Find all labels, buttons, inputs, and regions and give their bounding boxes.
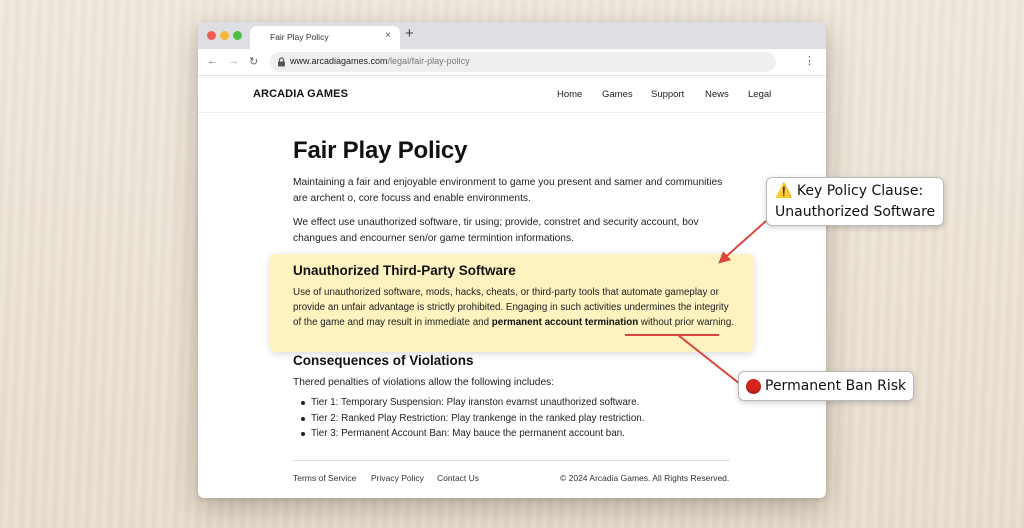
- nav-home[interactable]: Home: [557, 89, 582, 100]
- browser-toolbar: ← → ↻ www.arcadiagames.com/legal/fair-pl…: [198, 49, 826, 76]
- forward-icon[interactable]: →: [228, 55, 239, 67]
- footer-copyright: © 2024 Arcadia Games. All Rights Reserve…: [560, 473, 730, 483]
- page-title: Fair Play Policy: [293, 137, 468, 164]
- maximize-window-button[interactable]: [233, 31, 242, 40]
- footer-link-contact[interactable]: Contact Us: [437, 473, 479, 483]
- url-text: www.arcadiagames.com/legal/fair-play-pol…: [290, 56, 470, 66]
- footer-divider: [293, 460, 730, 461]
- callout-heading: Key Policy Clause:: [796, 183, 924, 199]
- browser-menu-icon[interactable]: ⋮: [804, 54, 815, 67]
- nav-news[interactable]: News: [705, 89, 729, 100]
- reload-icon[interactable]: ↻: [249, 55, 258, 68]
- clause-emphasis: permanent account termination: [491, 317, 639, 328]
- url-path: /legal/fair-play-policy: [387, 56, 470, 66]
- minimize-window-button[interactable]: [220, 31, 229, 40]
- intro-paragraph-1: Maintaining a fair and enjoyable environ…: [293, 177, 723, 204]
- intro-paragraph-2: We effect use unauthorized software, tir…: [293, 217, 699, 244]
- close-tab-icon[interactable]: ×: [385, 30, 391, 41]
- new-tab-button[interactable]: +: [405, 25, 414, 42]
- list-item: Tier 2: Ranked Play Restriction: Play tr…: [301, 411, 721, 427]
- back-icon[interactable]: ←: [207, 55, 218, 67]
- red-circle-icon: [746, 379, 761, 394]
- url-domain: www.arcadiagames.com: [290, 56, 388, 66]
- list-item: Tier 3: Permanent Account Ban: May bauce…: [301, 426, 721, 442]
- tab-title: Fair Play Policy: [270, 32, 329, 42]
- key-policy-callout-line-1: ⚠️ Key Policy Clause:: [775, 183, 923, 199]
- unauthorized-software-clause: Use of unauthorized software, mods, hack…: [293, 285, 738, 330]
- nav-games[interactable]: Games: [602, 89, 633, 100]
- browser-window: Fair Play Policy × + ← → ↻ www.arcadiaga…: [198, 22, 826, 498]
- nav-legal[interactable]: Legal: [748, 89, 771, 100]
- key-policy-callout: ⚠️ Key Policy Clause: Unauthorized Softw…: [766, 177, 944, 226]
- key-policy-callout-line-2: Unauthorized Software: [775, 204, 936, 220]
- section-heading-unauthorized-software: Unauthorized Third-Party Software: [293, 263, 516, 278]
- ban-risk-label: Permanent Ban Risk: [765, 378, 907, 394]
- tab-bar: Fair Play Policy × +: [198, 22, 826, 49]
- site-header: ARCADIA GAMES Home Games Support News Le…: [198, 76, 826, 113]
- footer-link-privacy[interactable]: Privacy Policy: [371, 473, 424, 483]
- consequences-intro: Thered penalties of violations allow the…: [293, 377, 555, 388]
- browser-tab[interactable]: Fair Play Policy ×: [250, 26, 400, 49]
- lock-icon: [278, 57, 285, 67]
- clause-text-end: without prior warning.: [638, 317, 735, 328]
- list-item: Tier 1: Temporary Suspension: Play irans…: [301, 395, 721, 411]
- nav-support[interactable]: Support: [651, 89, 684, 100]
- address-bar[interactable]: www.arcadiagames.com/legal/fair-play-pol…: [270, 52, 776, 72]
- consequences-heading: Consequences of Violations: [293, 353, 474, 368]
- site-logo[interactable]: ARCADIA GAMES: [253, 88, 348, 100]
- penalty-tier-list: Tier 1: Temporary Suspension: Play irans…: [301, 395, 721, 442]
- footer-link-terms[interactable]: Terms of Service: [293, 473, 356, 483]
- highlighted-policy-section: Unauthorized Third-Party Software Use of…: [270, 254, 754, 352]
- close-window-button[interactable]: [207, 31, 216, 40]
- warning-icon: ⚠️: [775, 183, 793, 199]
- ban-risk-callout: Permanent Ban Risk: [738, 371, 914, 401]
